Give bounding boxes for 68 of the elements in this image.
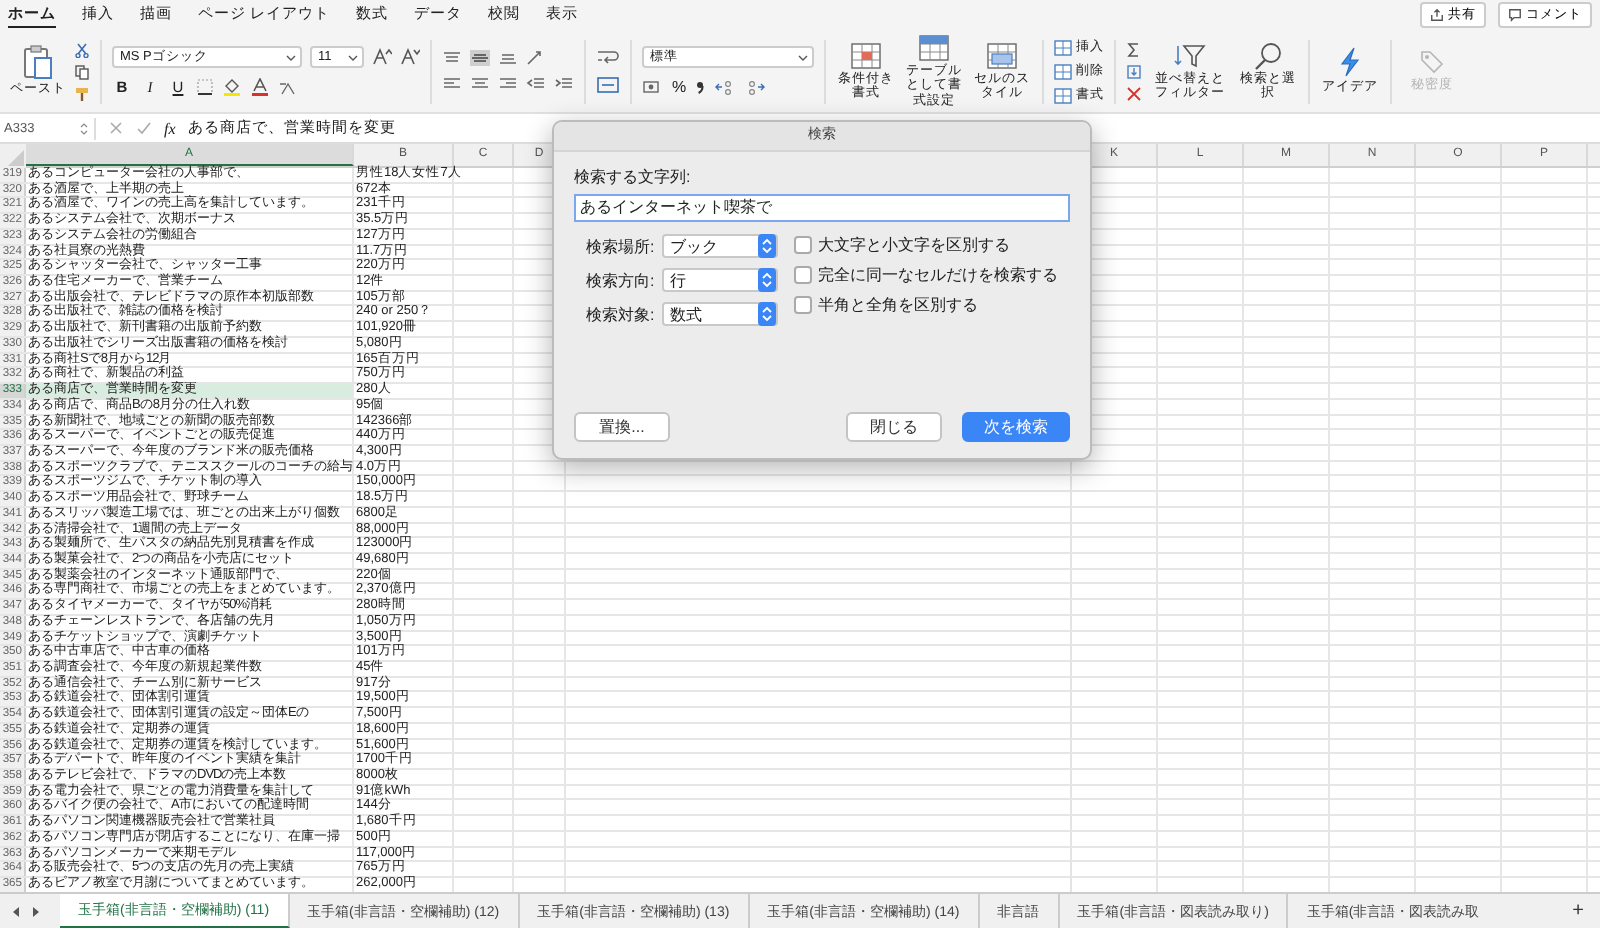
- decrease-indent-icon[interactable]: [526, 76, 546, 92]
- option-dropdown[interactable]: 行: [662, 268, 779, 292]
- stepper-icon: [758, 234, 777, 258]
- insert-function-button[interactable]: fx: [164, 119, 176, 137]
- checkbox[interactable]: [794, 235, 813, 253]
- scissors-icon[interactable]: [74, 41, 90, 57]
- increase-font-size-icon[interactable]: [372, 48, 392, 66]
- enter-check-icon[interactable]: [136, 120, 152, 136]
- option-dropdown[interactable]: 数式: [662, 302, 779, 326]
- caret-icon: [798, 53, 808, 61]
- comma-style-icon[interactable]: [694, 78, 707, 96]
- format-cells-icon: [1054, 87, 1072, 103]
- dialog-button[interactable]: 置換...: [574, 412, 670, 442]
- checkbox[interactable]: [794, 295, 813, 313]
- next-sheet-icon[interactable]: [28, 903, 44, 919]
- cell-style-icon: [986, 41, 1018, 70]
- stepper-icon: [758, 302, 777, 326]
- borders-icon[interactable]: [196, 78, 214, 96]
- delete-cells-icon: [1054, 63, 1072, 79]
- clipboard-icon: [22, 44, 54, 81]
- caret-icon: [286, 53, 296, 61]
- add-sheet-button[interactable]: +: [1556, 900, 1600, 922]
- currency-format-icon[interactable]: [642, 78, 664, 96]
- align-middle-icon[interactable]: [470, 50, 490, 66]
- phonetic-guide-icon[interactable]: [278, 78, 298, 96]
- find-label: 検索する文字列:: [574, 166, 693, 188]
- percent-button[interactable]: %: [672, 78, 687, 96]
- wrap-text-icon[interactable]: [596, 48, 620, 66]
- caret-icon: [348, 53, 358, 61]
- stepper-icon: [80, 121, 88, 135]
- font-color-icon[interactable]: [250, 78, 270, 96]
- search-icon: [1252, 41, 1284, 70]
- dialog-button[interactable]: 閉じる: [846, 412, 942, 442]
- align-right-icon[interactable]: [498, 76, 518, 92]
- align-center-icon[interactable]: [470, 76, 490, 92]
- option-dropdown[interactable]: ブック: [662, 234, 779, 258]
- clear-icon[interactable]: [1126, 85, 1142, 101]
- align-left-icon[interactable]: [442, 76, 462, 92]
- increase-decimal-icon[interactable]: [714, 78, 737, 96]
- comment-icon: [1508, 8, 1522, 22]
- stepper-icon: [758, 268, 777, 292]
- find-field[interactable]: あるインターネット喫茶で: [574, 194, 1070, 222]
- option-label: 検索対象:: [586, 303, 655, 325]
- checkbox-label: 完全に同一なセルだけを検索する: [818, 263, 1059, 285]
- share-icon: [1430, 8, 1444, 22]
- lightning-icon: [1338, 46, 1362, 79]
- autosum-icon[interactable]: [1126, 41, 1142, 57]
- tag-icon: [1418, 48, 1446, 77]
- align-top-icon[interactable]: [442, 50, 462, 66]
- funnel-icon: [1174, 41, 1206, 70]
- checkbox[interactable]: [794, 265, 813, 283]
- dialog-button[interactable]: 次を検索: [962, 412, 1070, 442]
- checkbox-label: 半角と全角を区別する: [818, 293, 979, 315]
- option-label: 検索場所:: [586, 235, 655, 257]
- insert-cells-icon: [1054, 39, 1072, 55]
- fill-down-icon[interactable]: [1126, 63, 1142, 79]
- increase-indent-icon[interactable]: [554, 76, 574, 92]
- decrease-font-size-icon[interactable]: [400, 48, 420, 66]
- option-label: 検索方向:: [586, 269, 655, 291]
- merge-cells-icon[interactable]: [596, 76, 620, 94]
- checkbox-label: 大文字と小文字を区別する: [818, 233, 1011, 255]
- copy-icon[interactable]: [74, 63, 90, 79]
- conditional-format-icon: [850, 41, 882, 70]
- fill-color-icon[interactable]: [222, 78, 242, 96]
- align-bottom-icon[interactable]: [498, 50, 518, 66]
- previous-sheet-icon[interactable]: [8, 903, 24, 919]
- decrease-decimal-icon[interactable]: [744, 78, 767, 96]
- format-painter-icon[interactable]: [74, 85, 90, 101]
